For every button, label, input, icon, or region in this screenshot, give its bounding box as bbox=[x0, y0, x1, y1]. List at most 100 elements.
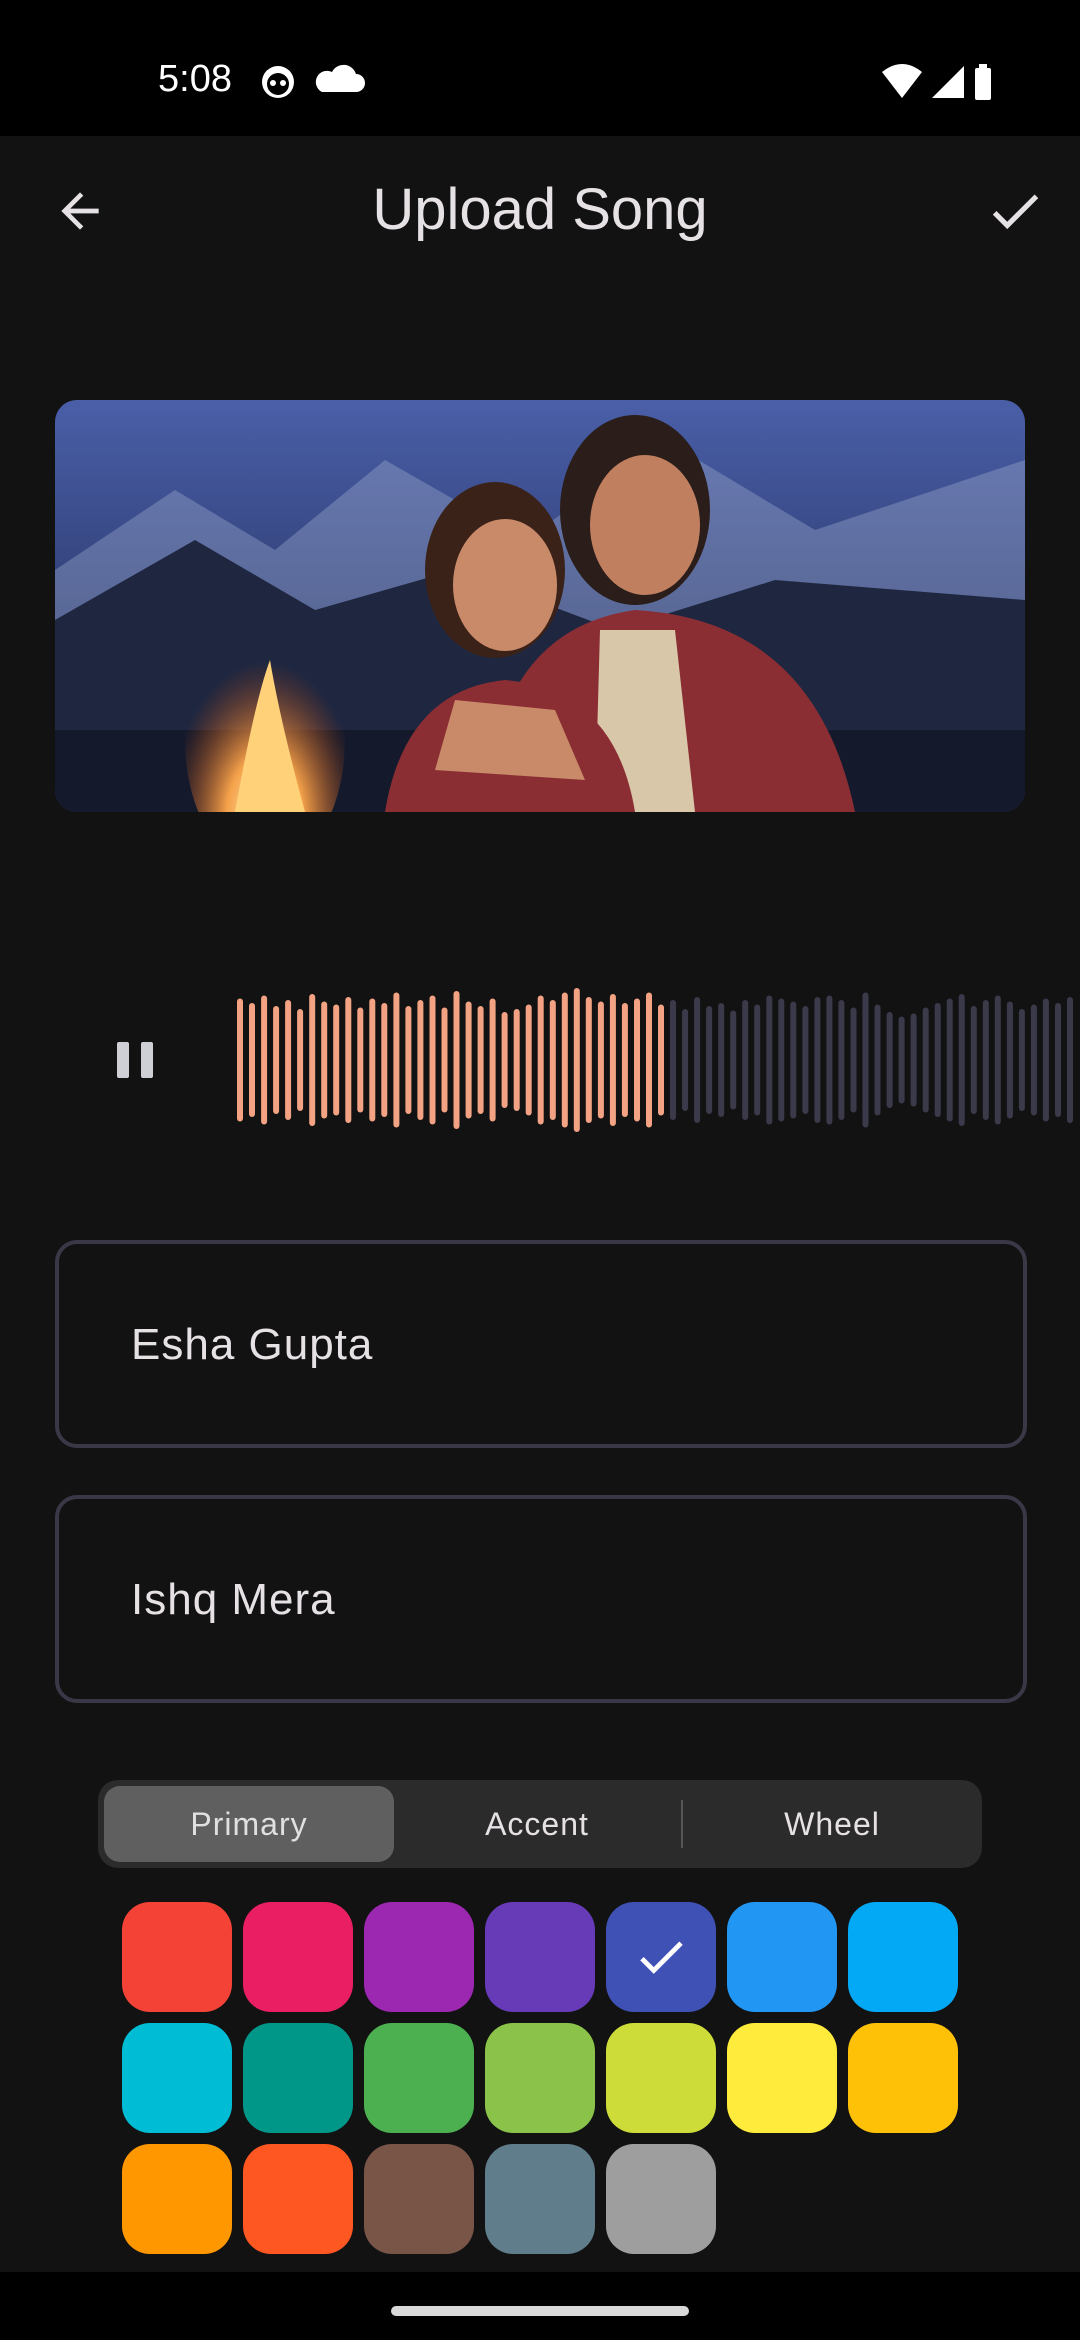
status-right-icons bbox=[882, 64, 991, 100]
tab-wheel[interactable]: Wheel bbox=[688, 1786, 976, 1862]
song-title-field[interactable] bbox=[55, 1495, 1027, 1703]
gesture-nav-bar bbox=[0, 2272, 1080, 2340]
color-swatch[interactable] bbox=[243, 2023, 353, 2133]
waveform-bar bbox=[970, 1006, 977, 1114]
waveform-bar bbox=[850, 1007, 857, 1113]
waveform-bar bbox=[477, 1006, 484, 1114]
waveform-bar bbox=[537, 995, 544, 1125]
waveform-bar bbox=[417, 1000, 424, 1120]
waveform-bar bbox=[706, 1006, 713, 1114]
waveform-bar bbox=[453, 991, 460, 1129]
waveform-bar bbox=[742, 1000, 749, 1120]
home-indicator[interactable] bbox=[391, 2306, 689, 2316]
waveform-bar bbox=[634, 998, 640, 1122]
waveform-bar bbox=[429, 995, 436, 1125]
waveform-bar bbox=[958, 994, 965, 1126]
color-swatch[interactable] bbox=[727, 1902, 837, 2012]
app-bar: Upload Song bbox=[0, 136, 1080, 286]
waveform[interactable] bbox=[185, 970, 1080, 1150]
color-mode-tabs: Primary Accent Wheel bbox=[98, 1780, 982, 1868]
waveform-bar bbox=[1018, 1009, 1025, 1111]
waveform-bar bbox=[345, 997, 352, 1123]
waveform-bar bbox=[321, 1001, 328, 1119]
waveform-bar bbox=[946, 998, 953, 1122]
waveform-bar bbox=[549, 1000, 556, 1120]
waveform-bar bbox=[718, 1003, 725, 1117]
color-swatch[interactable] bbox=[364, 2023, 474, 2133]
color-swatch[interactable] bbox=[606, 2144, 716, 2254]
waveform-bar bbox=[826, 995, 833, 1125]
waveform-bar bbox=[261, 995, 268, 1125]
color-swatch[interactable] bbox=[243, 2144, 353, 2254]
color-swatch[interactable] bbox=[485, 1902, 595, 2012]
waveform-bar bbox=[874, 1004, 881, 1116]
tab-primary[interactable]: Primary bbox=[104, 1786, 394, 1862]
waveform-bar bbox=[561, 992, 568, 1128]
color-swatch[interactable] bbox=[485, 2144, 595, 2254]
waveform-bar bbox=[441, 1007, 448, 1113]
check-icon bbox=[992, 194, 1039, 230]
waveform-bar bbox=[513, 1009, 520, 1111]
color-swatch[interactable] bbox=[364, 1902, 474, 2012]
waveform-bar bbox=[886, 1012, 893, 1108]
waveform-bar bbox=[730, 1010, 737, 1110]
cover-photo bbox=[55, 400, 1025, 812]
waveform-bar bbox=[237, 998, 243, 1122]
battery-icon bbox=[975, 64, 991, 100]
waveform-bar bbox=[369, 998, 376, 1122]
waveform-bar bbox=[694, 997, 701, 1123]
waveform-bar bbox=[285, 1000, 292, 1120]
waveform-bar bbox=[754, 1004, 761, 1116]
color-swatch[interactable] bbox=[727, 2023, 837, 2133]
waveform-bar bbox=[501, 1012, 508, 1108]
waveform-bar bbox=[682, 1009, 689, 1111]
waveform-bar bbox=[766, 995, 773, 1125]
cell-signal-icon bbox=[932, 66, 964, 98]
color-swatch[interactable] bbox=[243, 1902, 353, 2012]
waveform-bar bbox=[1067, 997, 1073, 1123]
waveform-bar bbox=[658, 1004, 664, 1116]
waveform-bar bbox=[1042, 998, 1049, 1122]
color-swatch[interactable] bbox=[364, 2144, 474, 2254]
color-swatch[interactable] bbox=[122, 2023, 232, 2133]
artist-field[interactable] bbox=[55, 1240, 1027, 1448]
waveform-bar bbox=[922, 1007, 929, 1113]
tab-accent[interactable]: Accent bbox=[398, 1786, 676, 1862]
waveform-bar bbox=[994, 995, 1001, 1125]
song-title-input[interactable] bbox=[129, 1559, 953, 1641]
color-swatch[interactable] bbox=[122, 2144, 232, 2254]
artist-input[interactable] bbox=[129, 1304, 953, 1386]
pause-icon bbox=[117, 1042, 153, 1078]
color-swatch[interactable] bbox=[122, 1902, 232, 2012]
waveform-bar bbox=[621, 1003, 628, 1117]
waveform-bar bbox=[297, 1009, 304, 1111]
color-swatch[interactable] bbox=[485, 2023, 595, 2133]
waveform-bar bbox=[393, 992, 400, 1128]
audio-player bbox=[55, 970, 1073, 1150]
color-swatch[interactable] bbox=[848, 1902, 958, 2012]
waveform-bar bbox=[814, 997, 821, 1123]
wifi-icon bbox=[882, 64, 922, 98]
color-swatch[interactable] bbox=[606, 2023, 716, 2133]
waveform-bar bbox=[273, 1006, 280, 1114]
waveform-bar bbox=[525, 1004, 532, 1116]
color-swatch[interactable] bbox=[606, 1902, 716, 2012]
waveform-bar bbox=[357, 1007, 364, 1113]
confirm-button[interactable] bbox=[975, 171, 1055, 251]
check-icon bbox=[640, 1941, 683, 1974]
cloud-icon bbox=[315, 64, 365, 92]
waveform-bar bbox=[910, 1013, 917, 1107]
tab-divider bbox=[681, 1800, 683, 1848]
page-title: Upload Song bbox=[372, 177, 708, 242]
color-swatch[interactable] bbox=[848, 2023, 958, 2133]
waveform-bar bbox=[1030, 1004, 1037, 1116]
waveform-bar bbox=[585, 997, 592, 1123]
cover-image[interactable] bbox=[55, 400, 1025, 812]
waveform-bar bbox=[597, 1001, 604, 1119]
waveform-bar bbox=[982, 1000, 989, 1120]
pause-button[interactable] bbox=[95, 1020, 175, 1100]
status-left-icons bbox=[262, 64, 365, 98]
waveform-bar bbox=[489, 998, 496, 1122]
waveform-bar bbox=[934, 1003, 941, 1117]
waveform-bar bbox=[381, 1003, 388, 1117]
